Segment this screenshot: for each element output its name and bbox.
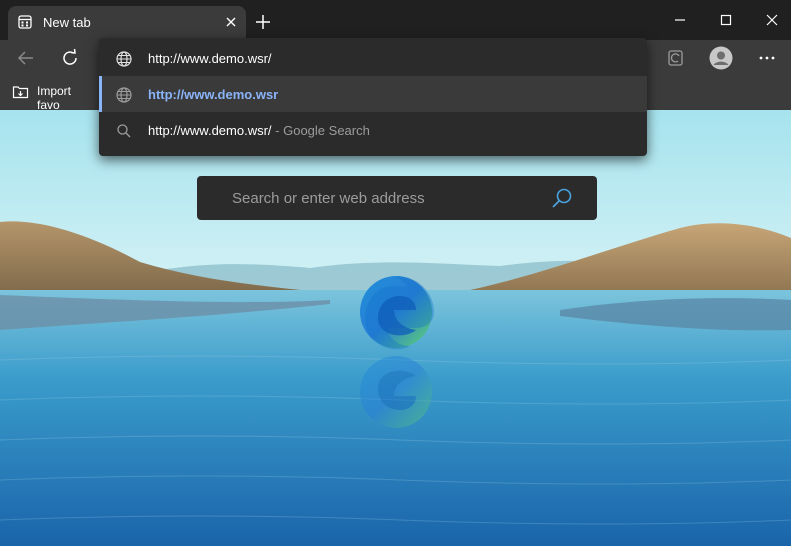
more-options-icon[interactable] (753, 44, 781, 72)
globe-icon (116, 51, 132, 67)
globe-icon (116, 87, 132, 103)
folder-import-icon (12, 86, 29, 99)
address-bar-dropdown: http://www.demo.wsr/ http://www.demo.wsr… (99, 38, 647, 156)
import-favorites-label: Import favo (37, 84, 72, 112)
new-tab-page-icon (18, 15, 32, 29)
back-arrow-icon[interactable] (12, 44, 40, 72)
suggestion-item-search[interactable]: http://www.demo.wsr/ - Google Search (99, 112, 647, 148)
page-search-box[interactable]: Search or enter web address (197, 176, 597, 220)
tab-title: New tab (43, 15, 91, 30)
maximize-icon[interactable] (714, 8, 738, 32)
minimize-icon[interactable] (668, 8, 692, 32)
suggestion-suffix: - Google Search (275, 123, 370, 138)
close-window-icon[interactable] (760, 8, 784, 32)
suggestion-item[interactable]: http://www.demo.wsr (99, 76, 647, 112)
profile-avatar-icon[interactable] (707, 44, 735, 72)
selection-indicator (99, 76, 102, 112)
search-placeholder: Search or enter web address (232, 190, 425, 207)
edge-logo-icon (360, 276, 434, 428)
refresh-icon[interactable] (56, 44, 84, 72)
close-tab-icon[interactable] (223, 14, 239, 30)
search-icon[interactable] (549, 185, 575, 211)
suggestion-search-text: http://www.demo.wsr/ - Google Search (148, 123, 370, 138)
address-input[interactable]: http://www.demo.wsr/ (148, 51, 272, 66)
new-tab-button[interactable] (252, 11, 274, 33)
tab-new-tab[interactable]: New tab (8, 6, 246, 40)
address-input-row[interactable]: http://www.demo.wsr/ (99, 40, 647, 76)
search-icon (117, 124, 131, 138)
suggestion-query: http://www.demo.wsr/ (148, 123, 272, 138)
edge-collections-icon[interactable] (662, 44, 690, 72)
suggestion-url: http://www.demo.wsr (148, 87, 279, 102)
